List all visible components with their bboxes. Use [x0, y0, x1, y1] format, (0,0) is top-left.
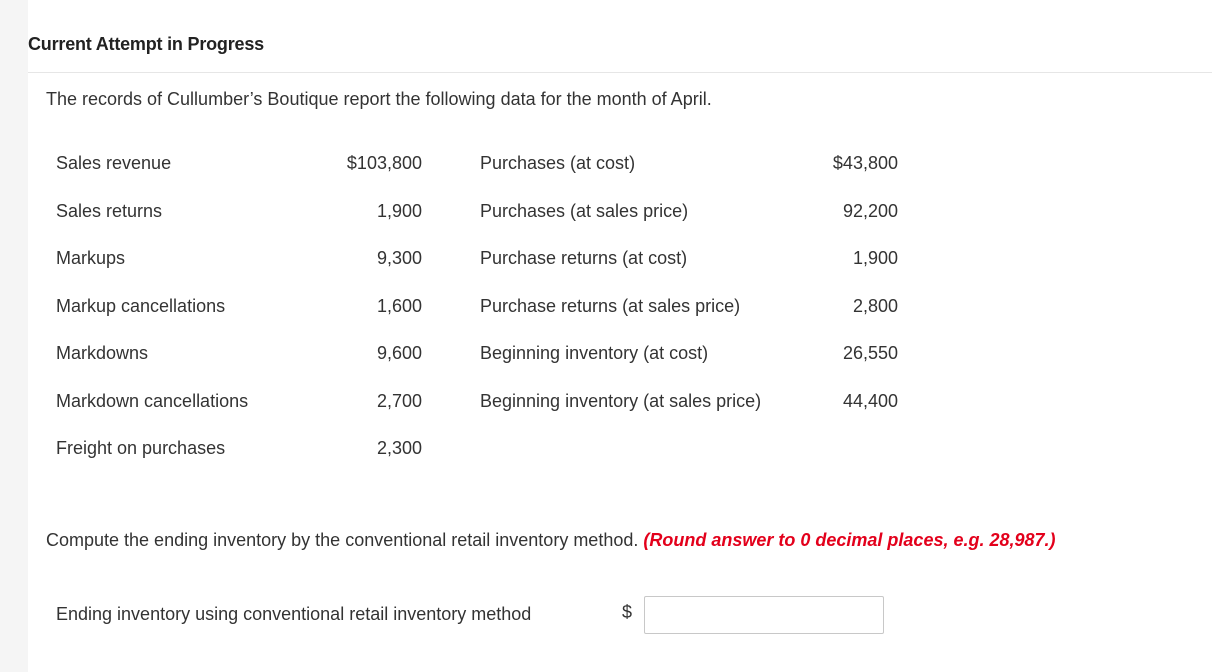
row-value-left: 1,600: [376, 295, 422, 316]
row-label-left: Sales returns: [56, 200, 163, 221]
rounding-instruction: (Round answer to 0 decimal places, e.g. …: [643, 530, 1056, 550]
row-value-left: 2,300: [376, 438, 422, 459]
row-value-left: $103,800: [346, 153, 422, 174]
table-row: Markups 9,300 Purchase returns (at cost) 1,…: [56, 235, 898, 283]
column-gap: [422, 235, 480, 283]
column-gap: [422, 188, 480, 236]
row-label-right: [480, 425, 790, 473]
row-value-right: 44,400: [842, 390, 898, 411]
table-row: Sales revenue $103,800 Purchases (at cost)…: [56, 140, 898, 188]
answer-label: Ending inventory using conventional reta…: [56, 604, 532, 624]
table-row: Sales returns 1,900 Purchases (at sales pr…: [56, 188, 898, 236]
column-gap: [422, 283, 480, 331]
answer-row: Ending inventory using conventional reta…: [56, 596, 896, 636]
row-label-left: Markdowns: [56, 343, 149, 364]
row-value-right: 1,900: [852, 248, 898, 269]
row-label-right: Beginning inventory (at cost): [480, 343, 709, 364]
problem-intro: The records of Cullumber’s Boutique repo…: [46, 89, 712, 109]
row-value-right: 26,550: [842, 343, 898, 364]
row-label-left: Markdown cancellations: [56, 390, 249, 411]
row-value-left: 9,300: [376, 248, 422, 269]
divider: [28, 72, 1212, 73]
left-gutter: [0, 0, 28, 672]
row-value-right: 2,800: [852, 295, 898, 316]
data-table: Sales revenue $103,800 Purchases (at cost)…: [56, 140, 898, 473]
row-label-right: Purchase returns (at sales price): [480, 295, 741, 316]
row-value-right: 92,200: [842, 200, 898, 221]
row-value-left: 2,700: [376, 390, 422, 411]
row-label-right: Purchases (at cost): [480, 153, 636, 174]
table-row: Markdown cancellations 2,700 Beginning inv…: [56, 378, 898, 426]
row-label-right: Purchase returns (at cost): [480, 248, 688, 269]
row-label-left: Markup cancellations: [56, 295, 226, 316]
table-row: Markup cancellations 1,600 Purchase return…: [56, 283, 898, 331]
row-value-right: $43,800: [832, 153, 898, 174]
row-value-left: 1,900: [376, 200, 422, 221]
currency-symbol: $: [622, 602, 633, 622]
row-label-right: Beginning inventory (at sales price): [480, 390, 762, 411]
row-value-right: [790, 425, 898, 473]
column-gap: [422, 378, 480, 426]
attempt-status-title: Current Attempt in Progress: [28, 34, 264, 54]
row-label-left: Freight on purchases: [56, 438, 226, 459]
column-gap: [422, 425, 480, 473]
row-label-right: Purchases (at sales price): [480, 200, 689, 221]
question-page: Current Attempt in Progress The records …: [28, 0, 1212, 672]
column-gap: [422, 330, 480, 378]
row-label-left: Markups: [56, 248, 126, 269]
column-gap: [422, 140, 480, 188]
table-row: Markdowns 9,600 Beginning inventory (at co…: [56, 330, 898, 378]
row-value-left: 9,600: [376, 343, 422, 364]
table-row: Freight on purchases 2,300: [56, 425, 898, 473]
ending-inventory-input[interactable]: [644, 596, 884, 634]
question-text: Compute the ending inventory by the conv…: [46, 530, 639, 550]
row-label-left: Sales revenue: [56, 153, 172, 174]
question-prompt: Compute the ending inventory by the conv…: [46, 530, 1056, 551]
